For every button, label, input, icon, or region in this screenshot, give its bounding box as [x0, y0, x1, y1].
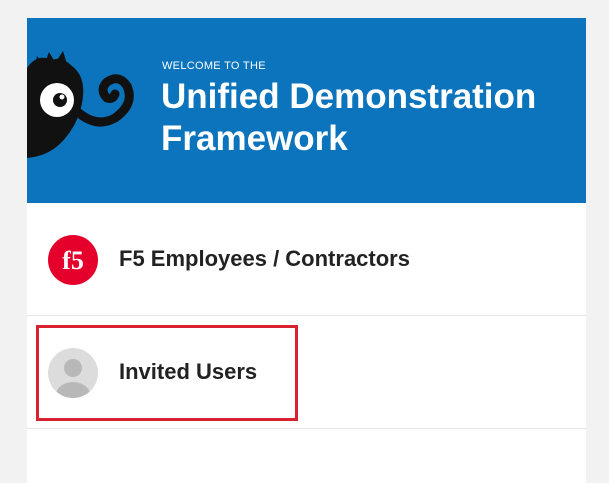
- welcome-banner: WELCOME TO THE Unified Demonstration Fra…: [27, 18, 586, 203]
- page-title: Unified Demonstration Framework: [161, 77, 537, 158]
- f5-logo-icon: f5: [48, 235, 98, 285]
- login-card: WELCOME TO THE Unified Demonstration Fra…: [27, 18, 586, 483]
- welcome-label: WELCOME TO THE: [162, 60, 266, 72]
- f5-employees-label: F5 Employees / Contractors: [119, 246, 410, 271]
- svg-text:f5: f5: [62, 246, 84, 275]
- octopus-mascot-icon: [27, 51, 134, 158]
- f5-employees-login-option[interactable]: f5 F5 Employees / Contractors: [27, 203, 586, 316]
- invited-users-label: Invited Users: [119, 359, 258, 384]
- invited-users-login-option[interactable]: Invited Users: [27, 316, 586, 429]
- user-avatar-icon: [48, 348, 98, 398]
